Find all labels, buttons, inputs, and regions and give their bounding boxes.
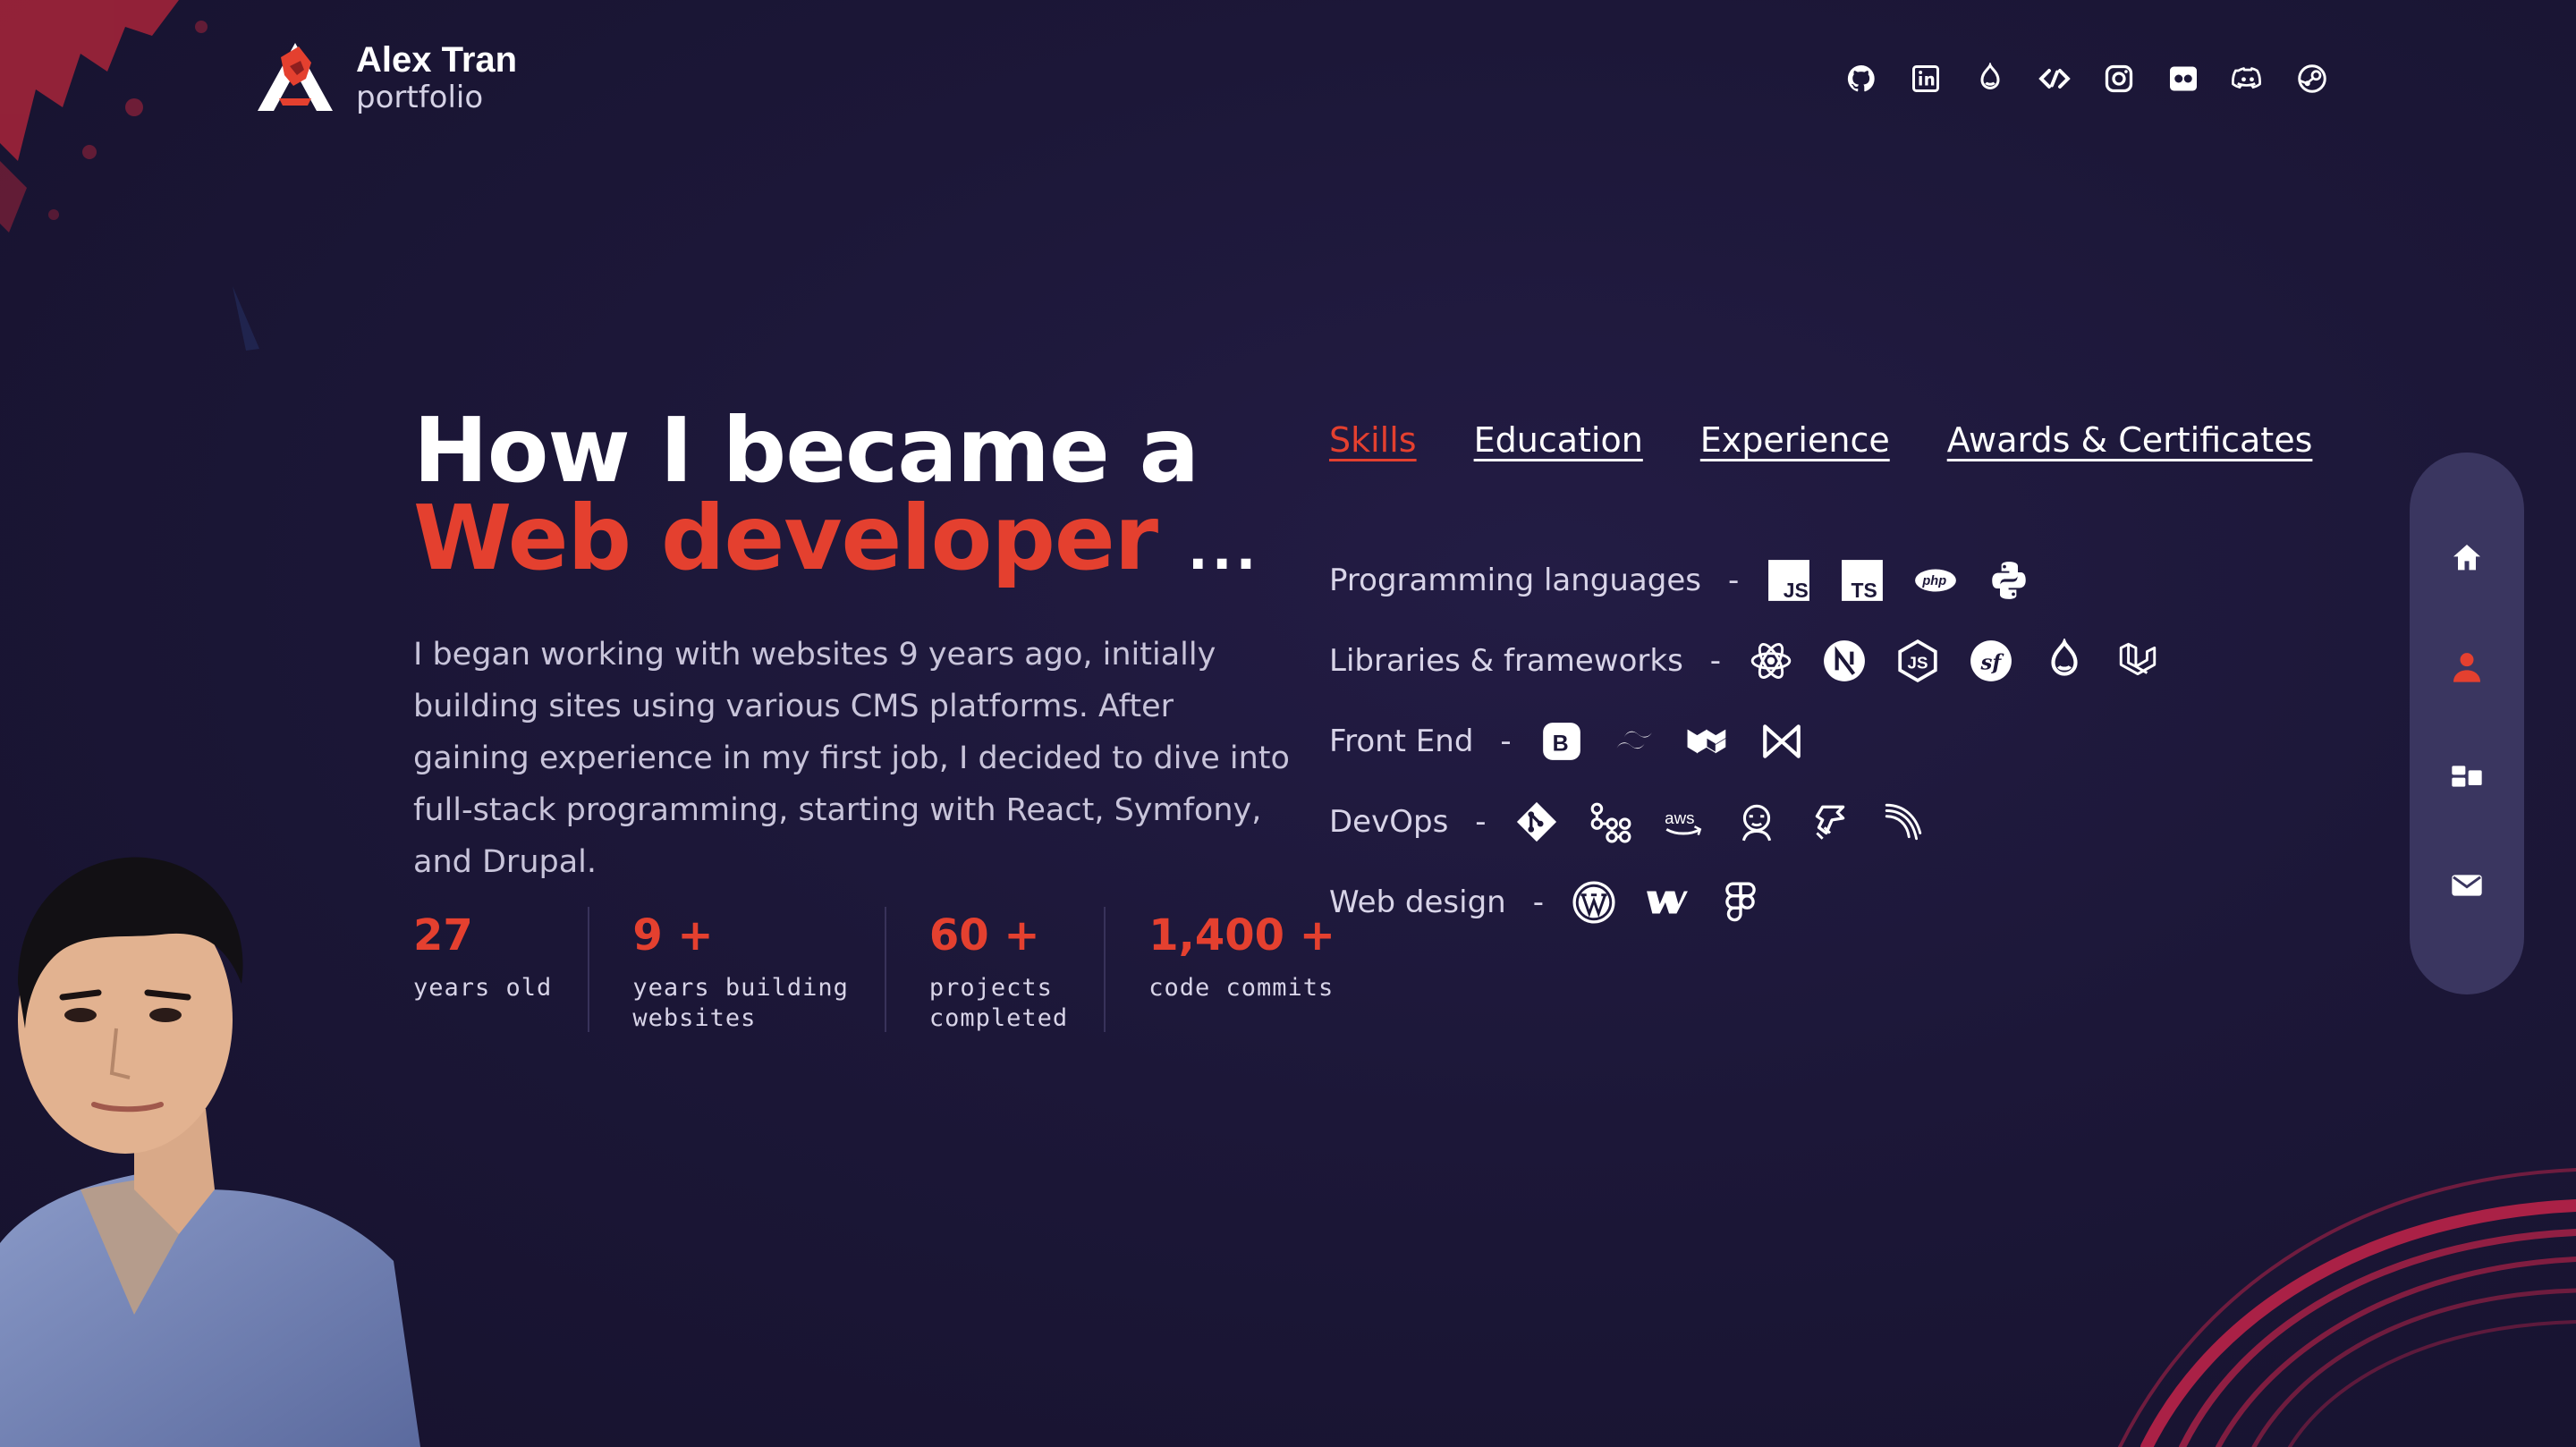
instagram-icon[interactable] <box>2102 57 2136 100</box>
svg-text:sf: sf <box>1980 650 2005 674</box>
stat-label: years building websites <box>632 974 849 1032</box>
chakra-icon <box>1758 718 1805 765</box>
laravel-icon <box>2114 638 2161 684</box>
decorative-swirl <box>2118 1168 2576 1447</box>
svg-text:B: B <box>1552 731 1568 756</box>
decorative-splash <box>0 0 259 351</box>
tab-experience[interactable]: Experience <box>1700 420 1890 460</box>
skill-label: Web design <box>1329 884 1506 920</box>
social-links <box>1844 57 2329 100</box>
typescript-icon: TS <box>1839 557 1885 604</box>
webflow-icon <box>1644 879 1690 926</box>
stat-label: projects completed <box>928 974 1069 1032</box>
skill-separator: - <box>1475 804 1487 840</box>
svg-text:JS: JS <box>1908 653 1928 672</box>
stat-value: 60 + <box>928 910 1040 960</box>
flickr-icon[interactable] <box>2166 57 2200 100</box>
skill-label: Libraries & frameworks <box>1329 643 1683 679</box>
about-tabs: Skills Education Experience Awards & Cer… <box>1329 420 2312 460</box>
stat-label: code commits <box>1148 974 1335 1002</box>
stat-value: 9 + <box>632 910 714 960</box>
nodejs-icon: JS <box>1894 638 1941 684</box>
brand-subtitle: portfolio <box>356 80 484 115</box>
steam-icon[interactable] <box>2295 57 2329 100</box>
skill-row-frameworks: Libraries & frameworks - JS sf <box>1329 621 2161 701</box>
nextjs-icon <box>1821 638 1868 684</box>
php-icon: php <box>1912 557 1959 604</box>
skills-list: Programming languages - JS TS php Librar… <box>1329 540 2161 943</box>
mail-icon[interactable] <box>2447 866 2487 905</box>
linkedin-icon[interactable] <box>1909 57 1943 100</box>
svg-text:php: php <box>1922 574 1947 588</box>
javascript-icon: JS <box>1766 557 1812 604</box>
symfony-icon: sf <box>1968 638 2014 684</box>
skill-row-frontend: Front End - B <box>1329 701 2161 782</box>
jenkins-icon <box>1733 799 1780 845</box>
hero-title-ellipsis: ... <box>1187 520 1260 582</box>
tab-awards[interactable]: Awards & Certificates <box>1947 420 2313 460</box>
stat-label: years old <box>413 974 553 1002</box>
hero-section: How I became a Web developer ... I began… <box>413 406 1308 888</box>
github-icon[interactable] <box>1844 57 1878 100</box>
skill-row-languages: Programming languages - JS TS php <box>1329 540 2161 621</box>
home-icon[interactable] <box>2447 538 2487 578</box>
drupal-icon[interactable] <box>1973 57 2007 100</box>
brand-name: Alex Tran <box>356 40 518 80</box>
tailwind-icon <box>1612 718 1658 765</box>
git-icon <box>1513 799 1560 845</box>
brand[interactable]: Alex Tran portfolio <box>254 39 517 114</box>
skill-separator: - <box>1727 563 1740 598</box>
pipeline-icon <box>1880 799 1927 845</box>
skill-row-design: Web design - <box>1329 862 2161 943</box>
tab-skills[interactable]: Skills <box>1329 420 1417 460</box>
projects-icon[interactable] <box>2447 757 2487 796</box>
skill-row-devops: DevOps - aws <box>1329 782 2161 862</box>
stats-row: 27 years old 9 + years building websites … <box>413 907 1371 1032</box>
stat-years: 9 + years building websites <box>588 907 885 1032</box>
react-icon <box>1748 638 1794 684</box>
user-icon[interactable] <box>2447 647 2487 687</box>
stat-projects: 60 + projects completed <box>884 907 1104 1032</box>
skill-separator: - <box>1500 724 1512 759</box>
stat-value: 27 <box>413 910 473 960</box>
codersrank-icon[interactable] <box>2038 57 2072 100</box>
logo-icon <box>258 43 333 111</box>
svg-text:JS: JS <box>1784 579 1809 602</box>
mui-icon <box>1685 718 1732 765</box>
skill-label: Front End <box>1329 724 1474 759</box>
gitlab-ci-icon <box>1587 799 1633 845</box>
figma-icon <box>1717 879 1764 926</box>
drupal-framework-icon <box>2041 638 2088 684</box>
discord-icon[interactable] <box>2231 57 2265 100</box>
profile-photo <box>0 857 420 1447</box>
python-icon <box>1986 557 2032 604</box>
skill-label: Programming languages <box>1329 563 1701 598</box>
aws-icon: aws <box>1660 799 1707 845</box>
side-navigation <box>2410 453 2524 994</box>
skill-label: DevOps <box>1329 804 1449 840</box>
skill-separator: - <box>1532 884 1545 920</box>
stat-age: 27 years old <box>413 907 588 1032</box>
hero-title-line2: Web developer <box>413 486 1158 590</box>
svg-text:TS: TS <box>1852 579 1877 602</box>
bootstrap-icon: B <box>1538 718 1585 765</box>
tab-education[interactable]: Education <box>1474 420 1643 460</box>
jira-icon <box>1807 799 1853 845</box>
svg-text:aws: aws <box>1665 808 1694 827</box>
wordpress-icon <box>1571 879 1617 926</box>
hero-title: How I became a Web developer ... <box>413 406 1308 595</box>
stat-value: 1,400 + <box>1148 910 1335 960</box>
skill-separator: - <box>1709 643 1722 679</box>
hero-description: I began working with websites 9 years ag… <box>413 637 1290 880</box>
